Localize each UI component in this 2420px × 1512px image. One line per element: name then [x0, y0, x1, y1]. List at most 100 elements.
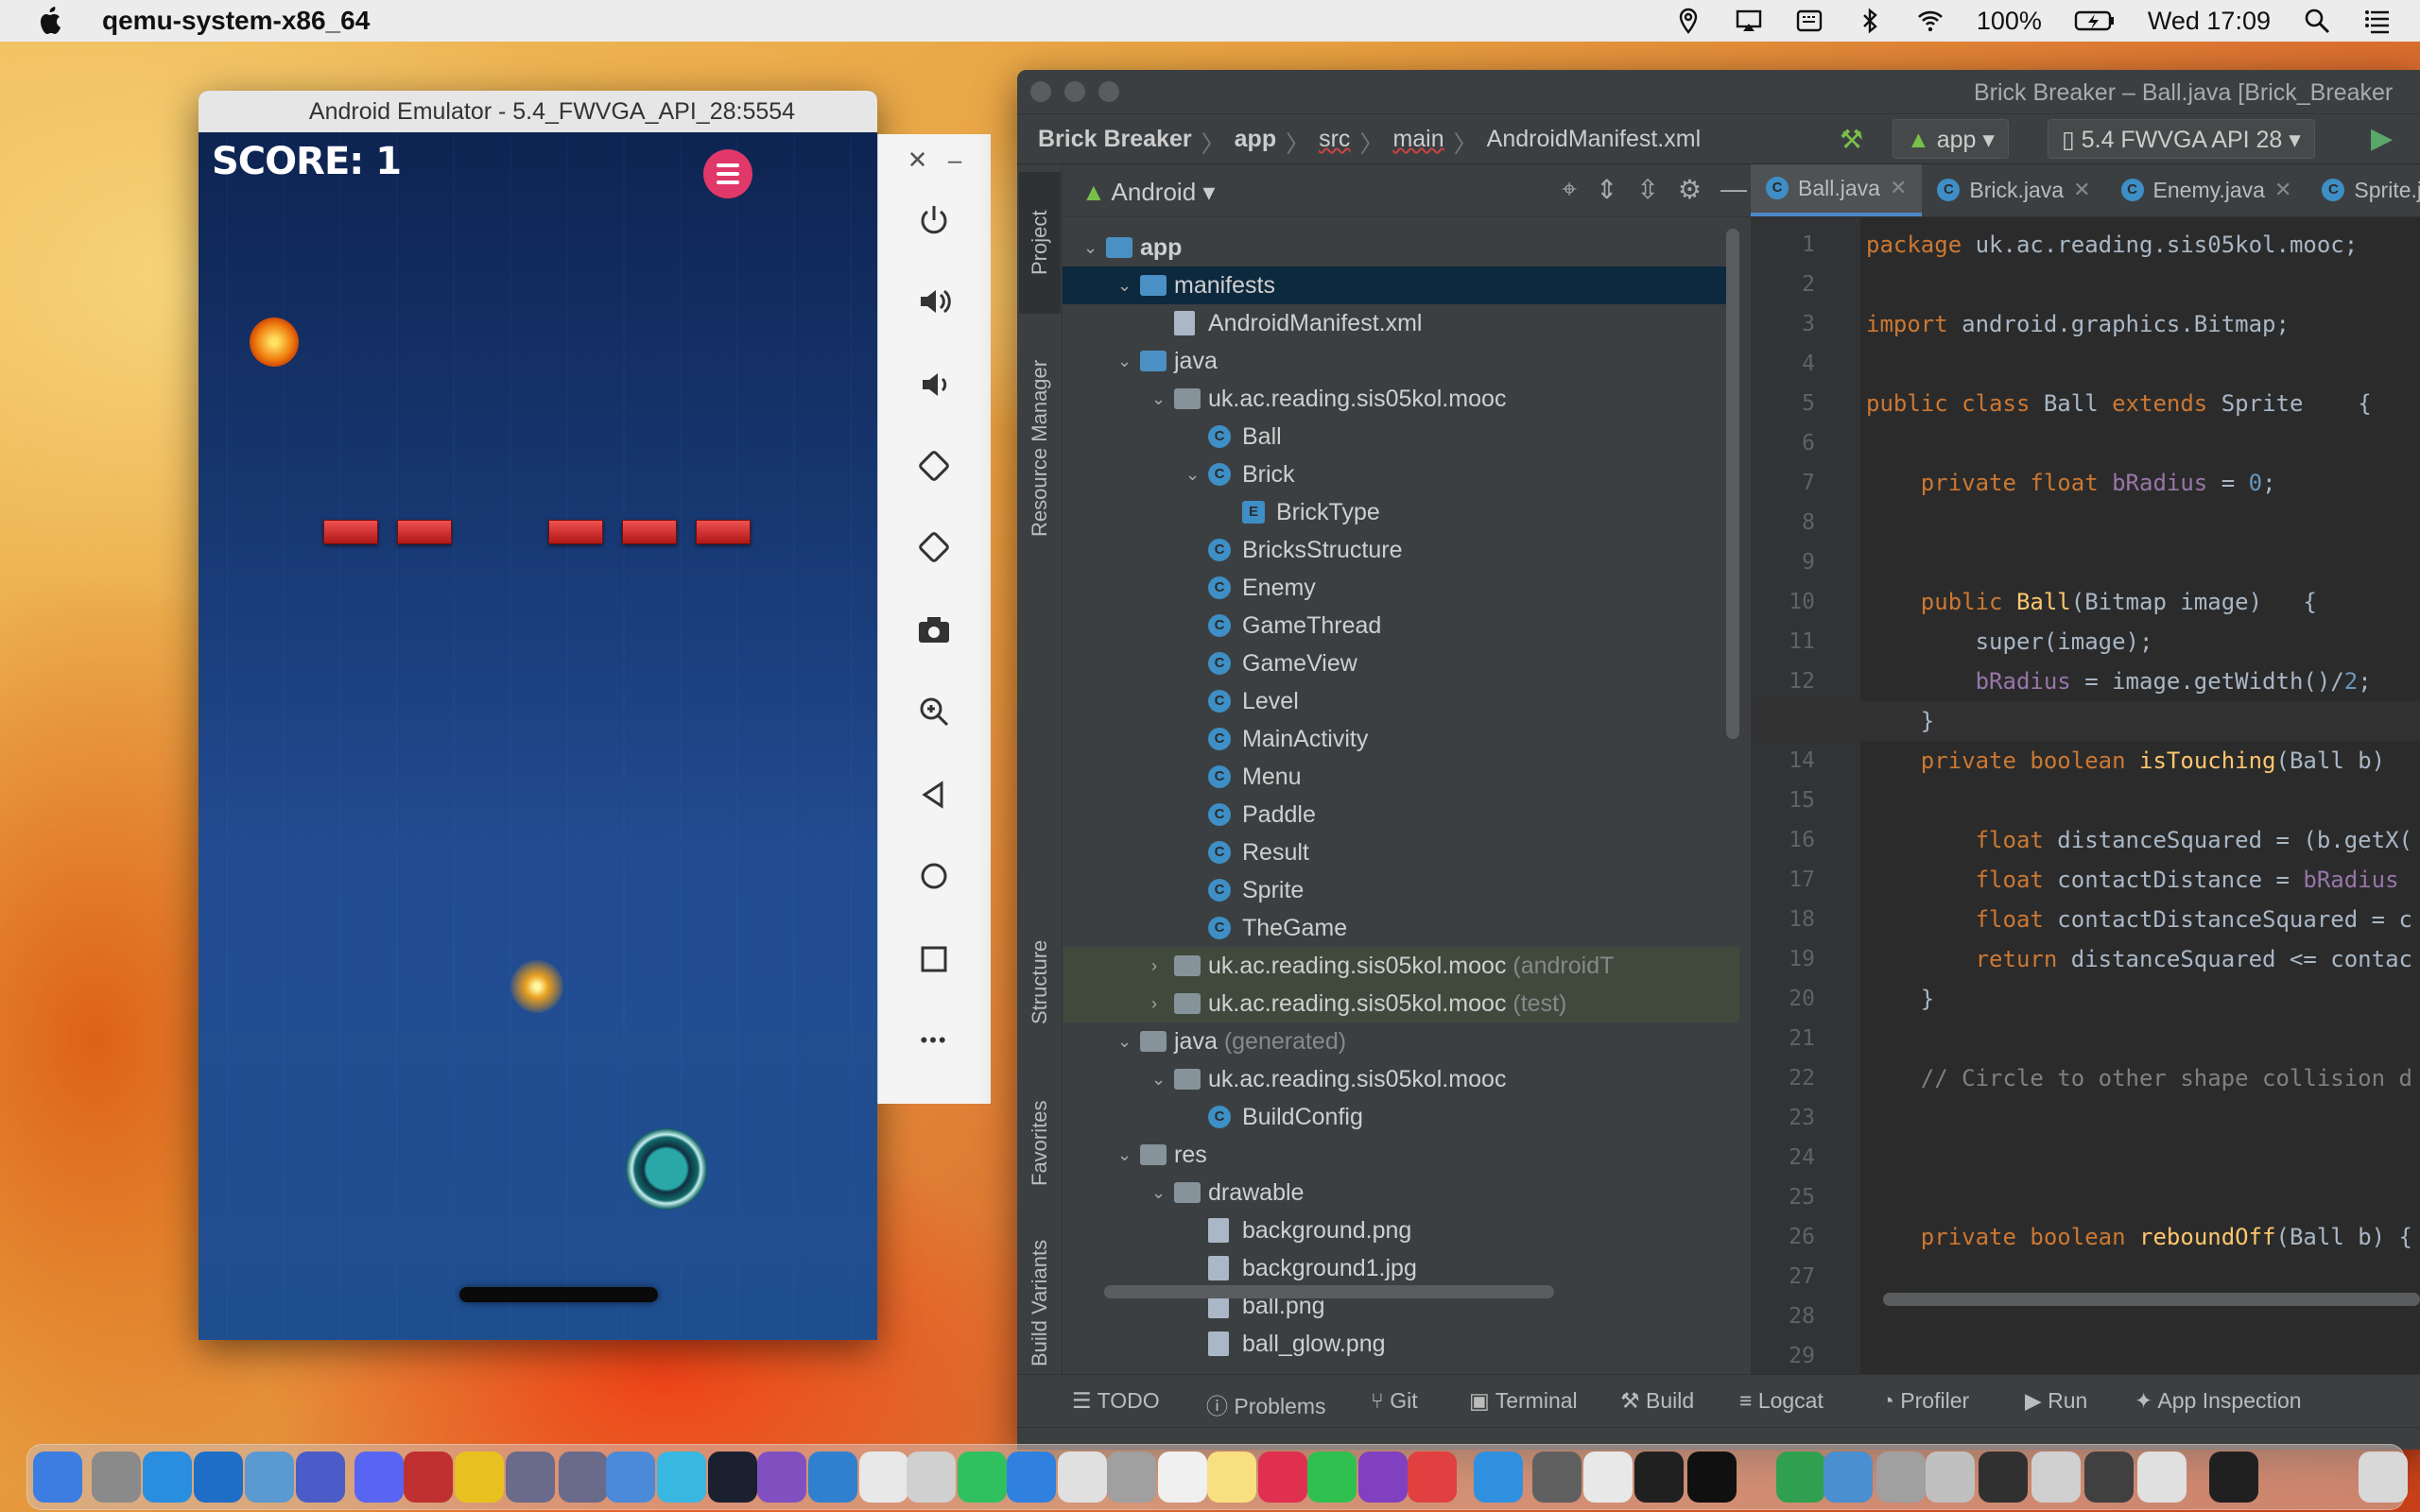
code-line[interactable]: private boolean isTouching(Ball b): [1866, 741, 2385, 781]
tool-terminal[interactable]: ▣ Terminal: [1469, 1388, 1578, 1414]
close-tab-icon[interactable]: ✕: [2274, 178, 2291, 202]
dock-app-icon[interactable]: [1687, 1452, 1737, 1503]
dock-app-icon[interactable]: [757, 1452, 806, 1503]
dock-app-icon[interactable]: [1926, 1452, 1975, 1503]
tool-run[interactable]: ▶ Run: [2025, 1388, 2087, 1414]
dock-app-icon[interactable]: [92, 1452, 141, 1503]
tree-item[interactable]: C Enemy: [1063, 569, 1739, 607]
zoom-icon[interactable]: [912, 690, 956, 733]
close-tab-icon[interactable]: ✕: [2073, 178, 2090, 202]
tree-item[interactable]: C TheGame: [1063, 909, 1739, 947]
dock-app-icon[interactable]: [296, 1452, 345, 1503]
camera-icon[interactable]: [912, 609, 956, 652]
tree-item[interactable]: ⌄ app: [1063, 229, 1739, 266]
dock-app-icon[interactable]: [245, 1452, 294, 1503]
dock-app-icon[interactable]: [1634, 1452, 1684, 1503]
tool-profiler[interactable]: ◔ Profiler: [1881, 1388, 1969, 1414]
dock-app-icon[interactable]: [1158, 1452, 1207, 1503]
tree-item[interactable]: C BricksStructure: [1063, 531, 1739, 569]
build-hammer-icon[interactable]: ⚒: [1840, 124, 1863, 155]
dock-app-icon[interactable]: [2137, 1452, 2187, 1503]
tool-logcat[interactable]: ≡ Logcat: [1739, 1388, 1824, 1414]
tree-item[interactable]: C Menu: [1063, 758, 1739, 796]
keyboard-icon[interactable]: [1795, 7, 1824, 35]
tree-item[interactable]: ⌄ drawable: [1063, 1174, 1739, 1211]
breadcrumb-src[interactable]: src: [1319, 126, 1350, 160]
chevron-down-icon[interactable]: ⌄: [1117, 1022, 1132, 1060]
dock-app-icon[interactable]: [1776, 1452, 1825, 1503]
dock-app-icon[interactable]: [1474, 1452, 1523, 1503]
tree-item[interactable]: E BrickType: [1063, 493, 1739, 531]
hide-panel-icon[interactable]: —: [1720, 174, 1747, 205]
tree-item[interactable]: C MainActivity: [1063, 720, 1739, 758]
dock-app-icon[interactable]: [143, 1452, 192, 1503]
breadcrumb-main[interactable]: main: [1392, 126, 1443, 160]
dock-app-icon[interactable]: [808, 1452, 857, 1503]
tree-item[interactable]: C Sprite: [1063, 871, 1739, 909]
dock-app-icon[interactable]: [404, 1452, 453, 1503]
tree-item[interactable]: ball_glow.png: [1063, 1325, 1739, 1363]
tab-favorites[interactable]: Favorites: [1019, 1077, 1061, 1210]
settings-gear-icon[interactable]: ⚙: [1678, 174, 1702, 205]
window-zoom-button[interactable]: [1098, 81, 1119, 102]
tab-build-variants[interactable]: Build Variants: [1019, 1232, 1061, 1374]
tool-todo[interactable]: ☰ TODO: [1072, 1388, 1160, 1414]
more-options-icon[interactable]: •••: [912, 1019, 956, 1062]
tab-project[interactable]: Project: [1019, 172, 1061, 314]
wifi-icon[interactable]: [1916, 7, 1945, 35]
tree-item[interactable]: ⌄ java (generated): [1063, 1022, 1739, 1060]
dock-app-icon[interactable]: [1583, 1452, 1633, 1503]
dock-app-icon[interactable]: [1307, 1452, 1357, 1503]
tree-item[interactable]: C BuildConfig: [1063, 1098, 1739, 1136]
tool-app-inspection[interactable]: ✦ App Inspection: [2135, 1388, 2302, 1414]
code-area[interactable]: package uk.ac.reading.sis05kol.mooc; impo…: [1751, 217, 2420, 1293]
back-icon[interactable]: [912, 773, 956, 816]
tree-item[interactable]: ⌄ uk.ac.reading.sis05kol.mooc: [1063, 1060, 1739, 1098]
tree-item[interactable]: C Level: [1063, 682, 1739, 720]
tree-item[interactable]: C Ball: [1063, 418, 1739, 455]
chevron-down-icon[interactable]: ⌄: [1151, 1174, 1166, 1211]
spotlight-search-icon[interactable]: [2303, 7, 2331, 35]
code-line[interactable]: float distanceSquared = (b.getX(: [1866, 820, 2412, 860]
editor-tab[interactable]: C Brick.java ✕: [1922, 164, 2105, 216]
tree-item[interactable]: ⌄ res: [1063, 1136, 1739, 1174]
battery-charging-icon[interactable]: [2074, 7, 2116, 35]
battery-percentage[interactable]: 100%: [1977, 7, 2042, 36]
rotate-right-icon[interactable]: [912, 525, 956, 569]
window-close-button[interactable]: [1030, 81, 1051, 102]
project-view-select[interactable]: ▲ Android ▾: [1081, 178, 1215, 207]
breadcrumb-app[interactable]: app: [1235, 126, 1276, 160]
chevron-down-icon[interactable]: ⌄: [1117, 342, 1132, 380]
dock-app-icon[interactable]: [455, 1452, 504, 1503]
tree-item[interactable]: background1.jpg: [1063, 1249, 1739, 1287]
editor-tab[interactable]: C Enemy.java ✕: [2106, 164, 2308, 216]
dock-app-icon[interactable]: [606, 1452, 655, 1503]
code-line[interactable]: float contactDistance = bRadius: [1866, 860, 2412, 900]
game-screen[interactable]: SCORE: 1: [199, 132, 877, 1340]
close-tab-icon[interactable]: ✕: [1890, 176, 1907, 200]
dock-app-icon[interactable]: [1007, 1452, 1056, 1503]
apple-logo-icon[interactable]: [38, 6, 64, 36]
home-icon[interactable]: [912, 854, 956, 898]
volume-up-icon[interactable]: [912, 280, 956, 323]
emulator-close-button[interactable]: ✕: [908, 146, 928, 175]
locate-icon[interactable]: ⌖: [1562, 174, 1577, 205]
run-icon[interactable]: ▶: [2371, 122, 2393, 155]
control-center-icon[interactable]: [2363, 7, 2392, 35]
dock-app-icon[interactable]: [1979, 1452, 2028, 1503]
code-line[interactable]: public class Ball extends Sprite {: [1866, 384, 2372, 423]
paddle[interactable]: [459, 1287, 658, 1302]
tool-problems[interactable]: ⓘ Problems: [1206, 1388, 1326, 1420]
dock-app-icon[interactable]: [33, 1452, 82, 1503]
emulator-title-bar[interactable]: Android Emulator - 5.4_FWVGA_API_28:5554: [199, 91, 877, 132]
tool-build[interactable]: ⚒ Build: [1620, 1388, 1694, 1414]
game-menu-button[interactable]: [703, 149, 752, 198]
dock-app-icon[interactable]: [1408, 1452, 1457, 1503]
dock-app-icon[interactable]: [657, 1452, 706, 1503]
chevron-right-icon[interactable]: ›: [1151, 947, 1157, 985]
code-line[interactable]: return distanceSquared <= contac: [1866, 939, 2412, 979]
dock-app-icon[interactable]: [194, 1452, 243, 1503]
device-select[interactable]: ▯ 5.4 FWVGA API 28 ▾: [2048, 119, 2315, 159]
airplay-icon[interactable]: [1735, 7, 1763, 35]
tree-item[interactable]: ⌄ manifests: [1063, 266, 1739, 304]
